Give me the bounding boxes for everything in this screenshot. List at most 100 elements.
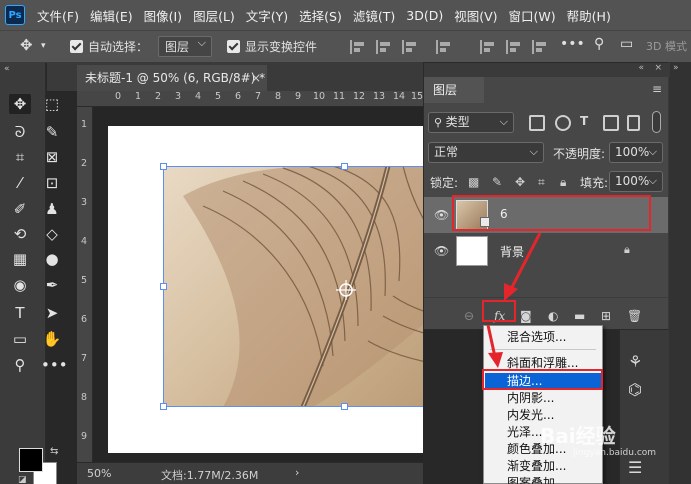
- layers-panel-tab[interactable]: 图层: [424, 77, 484, 103]
- color-wheel-icon[interactable]: ⚘: [628, 352, 642, 371]
- transform-handle[interactable]: [341, 403, 348, 410]
- eyedropper-tool-icon[interactable]: ⁄: [9, 173, 31, 193]
- close-icon[interactable]: ×: [654, 63, 662, 73]
- auto-select-option[interactable]: 自动选择：: [70, 38, 148, 55]
- adjustments-icon[interactable]: ☰: [628, 458, 642, 477]
- auto-select-checkbox[interactable]: [70, 40, 83, 53]
- show-transform-checkbox[interactable]: [227, 40, 240, 53]
- menu-help[interactable]: 帮助(H): [567, 6, 611, 25]
- move-tool-icon[interactable]: ✥: [20, 36, 33, 54]
- move-tool-icon[interactable]: ✥: [9, 94, 31, 114]
- transform-handle[interactable]: [341, 163, 348, 170]
- more-tools-icon[interactable]: •••: [41, 355, 68, 375]
- ruler-vertical: 1 2 3 4 5 6 7 8 9: [77, 107, 93, 462]
- show-transform-option[interactable]: 显示变换控件: [227, 38, 317, 55]
- menu-filter[interactable]: 滤镜(T): [353, 6, 395, 25]
- align-right-icon[interactable]: [402, 40, 418, 54]
- rectangle-tool-icon[interactable]: ▭: [9, 329, 31, 349]
- paths-icon[interactable]: ⌬: [628, 380, 642, 399]
- collapse-arrows-icon[interactable]: «: [4, 64, 10, 74]
- menu-file[interactable]: 文件(F): [37, 6, 79, 25]
- blur-tool-icon[interactable]: ●: [41, 249, 63, 269]
- history-brush-tool-icon[interactable]: ⟲: [9, 224, 31, 244]
- panel-menu-icon[interactable]: ≡: [652, 82, 662, 96]
- status-chevron-icon[interactable]: ›: [295, 466, 299, 479]
- menu-layer[interactable]: 图层(L): [193, 6, 235, 25]
- align-vcenter-icon[interactable]: [480, 40, 496, 54]
- swap-colors-icon[interactable]: ⇆: [50, 446, 58, 457]
- lock-paint-icon[interactable]: ✎: [492, 175, 502, 189]
- canvas-area[interactable]: [93, 107, 423, 462]
- collapse-arrows-icon[interactable]: »: [673, 63, 679, 73]
- ruler-mark: 5: [81, 275, 88, 286]
- more-options-icon[interactable]: •••: [560, 36, 585, 52]
- default-colors-icon[interactable]: ◪: [18, 475, 27, 484]
- align-center-icon[interactable]: [376, 40, 392, 54]
- frame-tool-icon[interactable]: ⊠: [41, 147, 63, 167]
- marquee-tool-icon[interactable]: ⬚: [41, 94, 63, 114]
- pen-tool-icon[interactable]: ✒: [41, 275, 63, 295]
- foreground-color-swatch[interactable]: [19, 448, 43, 472]
- visibility-eye-icon[interactable]: 👁︎: [434, 244, 449, 258]
- ruler-mark: 15: [411, 91, 424, 102]
- brush-tool-icon[interactable]: ✐: [9, 199, 31, 219]
- menu-3d[interactable]: 3D(D): [406, 8, 443, 23]
- auto-select-dropdown[interactable]: 图层: [158, 36, 213, 57]
- lock-position-icon[interactable]: ✥: [515, 175, 525, 189]
- zoom-level[interactable]: 50%: [87, 467, 111, 480]
- type-tool-icon[interactable]: T: [9, 303, 31, 323]
- dodge-tool-icon[interactable]: ◉: [9, 275, 31, 295]
- align-top-icon[interactable]: [436, 40, 452, 54]
- close-icon[interactable]: ×: [251, 65, 261, 91]
- transform-handle[interactable]: [160, 163, 167, 170]
- menu-edit[interactable]: 编辑(E): [90, 6, 133, 25]
- quick-select-tool-icon[interactable]: ✎: [41, 122, 63, 142]
- menu-type[interactable]: 文字(Y): [246, 6, 288, 25]
- distribute-icon[interactable]: [532, 40, 548, 54]
- menu-view[interactable]: 视图(V): [454, 6, 497, 25]
- clone-stamp-tool-icon[interactable]: ♟: [41, 199, 63, 219]
- document-tab-title: 未标题-1 @ 50% (6, RGB/8#) *: [85, 71, 266, 85]
- lasso-tool-icon[interactable]: ᘐ: [9, 122, 31, 142]
- transform-handle[interactable]: [160, 283, 167, 290]
- lock-artboard-icon[interactable]: ⌗: [538, 175, 545, 190]
- hand-tool-icon[interactable]: ✋: [41, 329, 63, 349]
- fill-input[interactable]: 100% ⌵: [609, 171, 663, 192]
- spot-healing-tool-icon[interactable]: ⊡: [41, 173, 63, 193]
- adjustment-filter-icon[interactable]: [555, 115, 571, 131]
- smart-object-filter-icon[interactable]: [627, 115, 640, 131]
- menu-item-gradient-overlay[interactable]: 渐变叠加...: [485, 458, 601, 474]
- align-left-icon[interactable]: [350, 40, 366, 54]
- gradient-tool-icon[interactable]: ▦: [9, 249, 31, 269]
- zoom-tool-icon[interactable]: ⚲: [9, 355, 31, 375]
- blend-mode-dropdown[interactable]: 正常 ⌵: [428, 142, 544, 163]
- menu-image[interactable]: 图像(I): [144, 6, 182, 25]
- search-icon[interactable]: ⚲: [594, 36, 604, 52]
- trash-icon[interactable]: 🗑︎: [627, 309, 642, 323]
- shape-filter-icon[interactable]: [603, 115, 619, 131]
- transform-handle[interactable]: [160, 403, 167, 410]
- opacity-input[interactable]: 100% ⌵: [609, 142, 663, 163]
- collapse-arrows-icon[interactable]: «: [638, 63, 644, 73]
- pixel-filter-icon[interactable]: [529, 115, 545, 131]
- filter-toggle[interactable]: [652, 111, 661, 133]
- menu-item-inner-shadow[interactable]: 内阴影...: [485, 390, 601, 406]
- workspace-icon[interactable]: ▭: [620, 36, 633, 52]
- document-tab[interactable]: 未标题-1 @ 50% (6, RGB/8#) * ×: [77, 65, 267, 91]
- menu-item-pattern-overlay[interactable]: 图案叠加...: [485, 475, 601, 484]
- align-bottom-icon[interactable]: [506, 40, 522, 54]
- type-filter-icon[interactable]: T: [580, 114, 588, 128]
- path-selection-tool-icon[interactable]: ➤: [41, 303, 63, 323]
- lock-all-icon[interactable]: 🔒︎: [560, 175, 566, 190]
- visibility-eye-icon[interactable]: 👁︎: [434, 208, 449, 222]
- transform-center-icon[interactable]: [335, 279, 357, 301]
- crop-tool-icon[interactable]: ⌗: [9, 147, 31, 167]
- auto-select-dropdown-value[interactable]: 图层: [158, 36, 213, 57]
- eraser-tool-icon[interactable]: ◇: [41, 224, 63, 244]
- menu-window[interactable]: 窗口(W): [509, 6, 556, 25]
- tool-preset-chevron-icon[interactable]: ▾: [41, 41, 46, 51]
- transform-bounding-box[interactable]: [163, 166, 423, 407]
- layer-filter-dropdown[interactable]: ⚲ 类型 ⌵: [428, 112, 514, 133]
- lock-transparency-icon[interactable]: ▩: [468, 175, 479, 189]
- menu-select[interactable]: 选择(S): [299, 6, 342, 25]
